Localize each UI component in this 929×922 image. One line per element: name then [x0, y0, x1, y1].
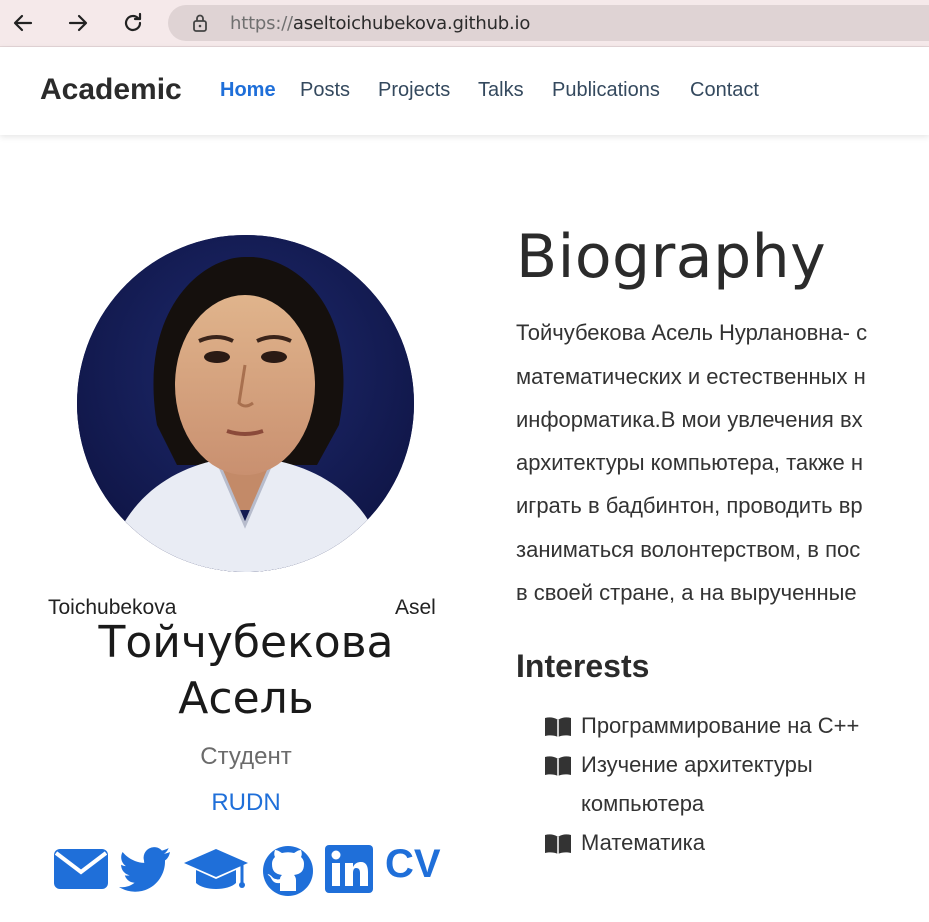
biography-line: математических и естественных н — [516, 364, 866, 389]
nav-projects[interactable]: Projects — [378, 79, 450, 102]
biography-line: архитектуры компьютера, также н — [516, 450, 863, 475]
interest-item: Математика — [581, 830, 705, 855]
browser-toolbar: https://aseltoichubekova.github.io — [0, 0, 929, 47]
back-button[interactable] — [8, 9, 38, 37]
book-icon — [544, 716, 572, 743]
biography-line: заниматься волонтерством, в пос — [516, 537, 861, 562]
biography-line: информатика.В мои увлечения вх — [516, 407, 863, 432]
profile-role: Студент — [200, 743, 292, 770]
nav-contact[interactable]: Contact — [690, 79, 759, 102]
github-icon[interactable] — [262, 845, 314, 902]
cv-link[interactable]: CV — [385, 842, 441, 887]
url-protocol: https:// — [230, 13, 293, 34]
refresh-icon — [124, 12, 142, 32]
profile-given-name: Асель — [178, 673, 314, 724]
lock-icon[interactable] — [192, 13, 208, 38]
biography-line: Тойчубекова Асель Нурлановна- с — [516, 320, 868, 345]
graduation-cap-icon[interactable] — [182, 845, 250, 900]
url-host: aseltoichubekova.github.io — [292, 13, 531, 34]
nav-home[interactable]: Home — [220, 79, 276, 102]
profile-organization-link[interactable]: RUDN — [60, 789, 432, 817]
url-text[interactable]: https://aseltoichubekova.github.io — [230, 13, 530, 34]
site-navbar: Academic Home Posts Projects Talks Publi… — [0, 47, 929, 135]
biography-line: в своей стране, а на вырученные — [516, 580, 857, 605]
interest-item-continuation: компьютера — [581, 791, 705, 816]
twitter-icon[interactable] — [118, 845, 172, 898]
linkedin-icon[interactable] — [325, 845, 373, 898]
biography-title: Biography — [516, 222, 827, 292]
profile-surname: Тойчубекова — [98, 617, 394, 668]
profile-name: Тойчубекова Асель — [60, 615, 432, 727]
nav-posts[interactable]: Posts — [300, 79, 350, 102]
book-icon — [544, 833, 572, 860]
arrow-left-icon — [13, 14, 33, 32]
envelope-icon[interactable] — [53, 845, 109, 896]
book-icon — [544, 755, 572, 782]
nav-publications[interactable]: Publications — [552, 79, 660, 102]
nav-talks[interactable]: Talks — [478, 79, 524, 102]
interests-title: Interests — [516, 648, 650, 684]
arrow-right-icon — [68, 14, 88, 32]
avatar — [77, 235, 414, 572]
site-brand[interactable]: Academic — [40, 73, 182, 107]
reload-button[interactable] — [118, 9, 148, 37]
interest-item: Программирование на C++ — [581, 713, 860, 738]
biography-line: играть в бадбинтон, проводить вр — [516, 493, 863, 518]
address-bar[interactable]: https://aseltoichubekova.github.io — [168, 5, 929, 41]
forward-button[interactable] — [63, 9, 93, 37]
interest-item: Изучение архитектуры — [581, 752, 813, 777]
